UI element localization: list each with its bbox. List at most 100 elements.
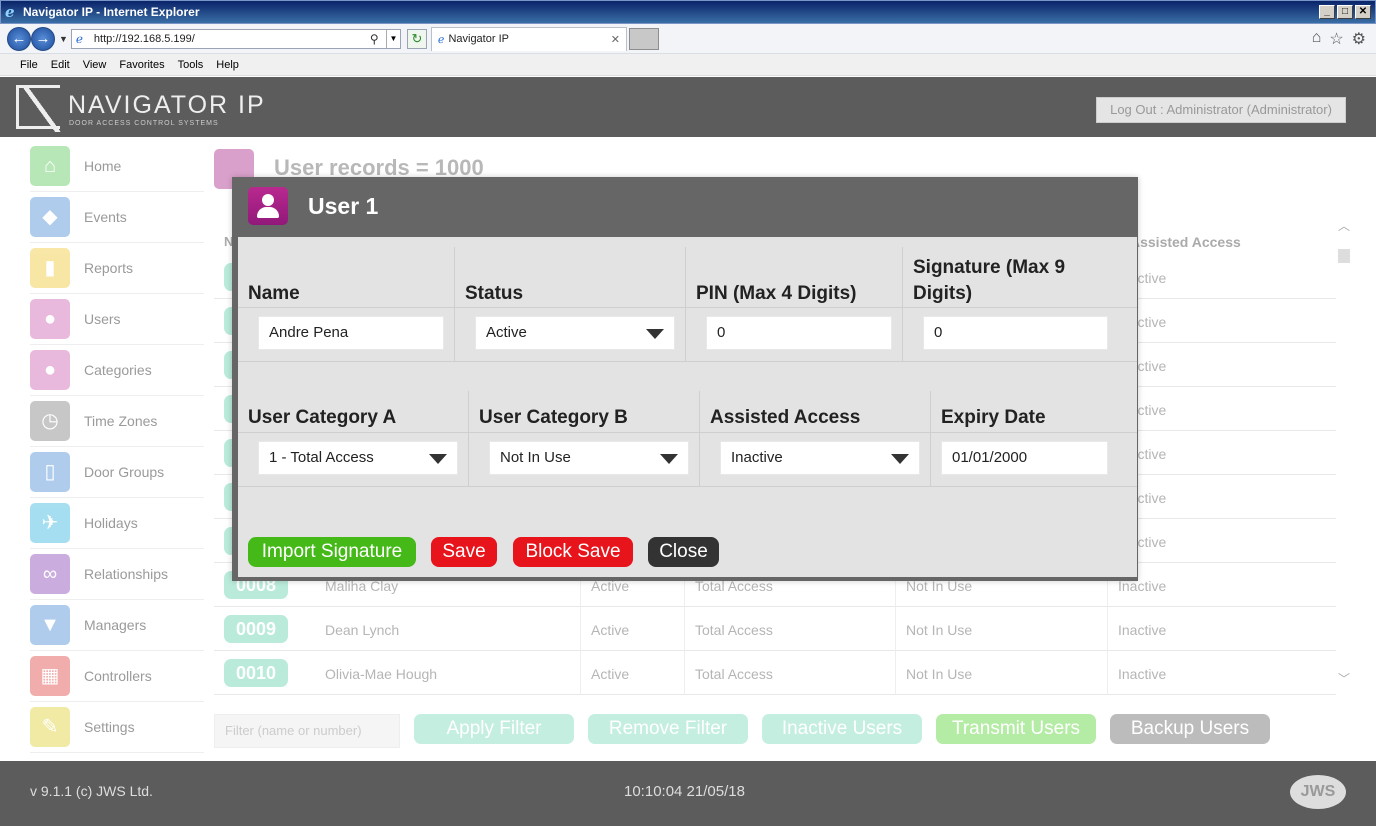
scroll-down-icon[interactable]: ﹀ — [1336, 670, 1352, 687]
tab-close-icon[interactable]: ✕ — [611, 33, 620, 46]
menu-view[interactable]: View — [83, 59, 107, 71]
address-bar[interactable]: ℯ http://192.168.5.199/ ⚲ ▼ — [70, 28, 401, 49]
sidebar-item-relationships[interactable]: ∞ Relationships — [30, 549, 204, 600]
address-url[interactable]: http://192.168.5.199/ — [94, 33, 370, 45]
cell-name: Dean Lynch — [325, 622, 400, 638]
sidebar-item-managers[interactable]: ▼ Managers — [30, 600, 204, 651]
browser-tools: ⌂ ☆ ⚙ — [1312, 29, 1366, 49]
sidebar-item-label: Events — [84, 209, 127, 225]
minimize-button[interactable]: _ — [1319, 5, 1335, 19]
cell-name: Olivia-Mae Hough — [325, 666, 438, 682]
inactive-users-button[interactable]: Inactive Users — [762, 714, 922, 744]
column-header-assisted-access[interactable]: Assisted Access — [1130, 234, 1241, 250]
browser-navbar: ← → ▼ ℯ http://192.168.5.199/ ⚲ ▼ ↻ ℯ Na… — [0, 24, 1376, 54]
new-tab-button[interactable] — [628, 27, 659, 50]
column-divider — [895, 607, 896, 651]
sidebar-item-label: Managers — [84, 617, 147, 633]
menu-favorites[interactable]: Favorites — [119, 59, 164, 71]
name-field[interactable]: Andre Pena — [258, 316, 444, 350]
forward-button[interactable]: → — [31, 26, 55, 51]
user-number-badge[interactable]: 0009 — [224, 615, 288, 643]
expiry-date-field[interactable]: 01/01/2000 — [941, 441, 1108, 475]
search-icon[interactable]: ⚲ — [370, 32, 386, 46]
sidebar-item-door-groups[interactable]: ▯ Door Groups — [30, 447, 204, 498]
header-assisted-access: Assisted Access — [710, 407, 861, 428]
menu-bar: File Edit View Favorites Tools Help — [0, 54, 1376, 76]
sidebar-item-label: Reports — [84, 260, 134, 276]
import-signature-button[interactable]: Import Signature — [248, 537, 416, 567]
app-footer: v 9.1.1 (c) JWS Ltd. 10:10:04 21/05/18 J… — [0, 761, 1376, 826]
table-row[interactable]: 0010 Olivia-Mae Hough Active Total Access No… — [214, 651, 1336, 695]
menu-tools[interactable]: Tools — [178, 59, 204, 71]
user-category-a-value: 1 - Total Access — [269, 449, 374, 466]
divider — [685, 247, 686, 361]
sidebar-item-categories[interactable]: ● Categories — [30, 345, 204, 396]
tie-icon: ▼ — [30, 605, 70, 645]
transmit-users-button[interactable]: Transmit Users — [936, 714, 1096, 744]
divider — [468, 391, 469, 487]
sidebar-item-home[interactable]: ⌂ Home — [30, 141, 204, 192]
network-icon: ▦ — [30, 656, 70, 696]
modal-title: User 1 — [308, 193, 379, 219]
cell-cat-a: Total Access — [695, 622, 773, 638]
divider — [238, 361, 1137, 362]
column-divider — [684, 607, 685, 651]
scroll-up-icon[interactable]: ︿ — [1336, 217, 1352, 234]
maximize-button[interactable]: □ — [1337, 5, 1353, 19]
divider — [930, 391, 931, 487]
sidebar-item-label: Users — [84, 311, 121, 327]
address-dropdown-icon[interactable]: ▼ — [385, 29, 400, 48]
apply-filter-button[interactable]: Apply Filter — [414, 714, 574, 744]
home-icon[interactable]: ⌂ — [1312, 29, 1322, 49]
header-status: Status — [465, 283, 524, 304]
save-button[interactable]: Save — [431, 537, 497, 567]
sidebar-item-controllers[interactable]: ▦ Controllers — [30, 651, 204, 702]
block-save-button[interactable]: Block Save — [513, 537, 633, 567]
signature-field[interactable]: 0 — [923, 316, 1108, 350]
window-title: Navigator IP - Internet Explorer — [23, 5, 200, 19]
version-text: v 9.1.1 (c) JWS Ltd. — [30, 783, 153, 799]
sidebar-item-reports[interactable]: ▮ Reports — [30, 243, 204, 294]
refresh-button[interactable]: ↻ — [406, 28, 427, 49]
column-divider — [684, 651, 685, 695]
menu-file[interactable]: File — [20, 59, 38, 71]
divider — [238, 432, 1137, 433]
table-row[interactable]: 0009 Dean Lynch Active Total Access Not In U… — [214, 607, 1336, 651]
menu-edit[interactable]: Edit — [51, 59, 70, 71]
sidebar-item-time-zones[interactable]: ◷ Time Zones — [30, 396, 204, 447]
logout-button[interactable]: Log Out : Administrator (Administrator) — [1096, 97, 1346, 123]
remove-filter-button[interactable]: Remove Filter — [588, 714, 748, 744]
history-dropdown-icon[interactable]: ▼ — [59, 34, 68, 44]
window-titlebar: e Navigator IP - Internet Explorer _ □ ✕ — [0, 0, 1376, 24]
cell-cat-b: Not In Use — [906, 666, 973, 682]
status-select[interactable]: Active — [475, 316, 675, 350]
home-icon: ⌂ — [30, 146, 70, 186]
sidebar-item-events[interactable]: ◆ Events — [30, 192, 204, 243]
scroll-thumb[interactable] — [1338, 249, 1350, 263]
back-button[interactable]: ← — [7, 26, 31, 51]
sidebar-item-holidays[interactable]: ✈ Holidays — [30, 498, 204, 549]
user-number-badge[interactable]: 0010 — [224, 659, 288, 687]
sidebar-item-settings[interactable]: ✎ Settings — [30, 702, 204, 753]
backup-users-button[interactable]: Backup Users — [1110, 714, 1270, 744]
cell-assist: Inactive — [1118, 666, 1167, 682]
browser-tab[interactable]: ℯ Navigator IP ✕ — [430, 26, 627, 51]
user-category-b-select[interactable]: Not In Use — [489, 441, 689, 475]
table-scrollbar[interactable]: ︿ ﹀ — [1336, 217, 1352, 687]
menu-help[interactable]: Help — [216, 59, 239, 71]
pin-field[interactable]: 0 — [706, 316, 892, 350]
user-category-a-select[interactable]: 1 - Total Access — [258, 441, 458, 475]
window-controls: _ □ ✕ — [1319, 5, 1371, 19]
cell-status: Active — [591, 666, 630, 682]
header-user-category-a: User Category A — [248, 407, 397, 428]
gear-icon[interactable]: ⚙ — [1352, 29, 1366, 49]
assisted-access-value: Inactive — [731, 449, 783, 466]
reports-icon: ▮ — [30, 248, 70, 288]
sidebar-item-users[interactable]: ● Users — [30, 294, 204, 345]
close-window-button[interactable]: ✕ — [1355, 5, 1371, 19]
filter-input[interactable]: Filter (name or number) — [214, 714, 400, 748]
events-icon: ◆ — [30, 197, 70, 237]
close-button[interactable]: Close — [648, 537, 719, 567]
favorites-star-icon[interactable]: ☆ — [1329, 29, 1343, 49]
assisted-access-select[interactable]: Inactive — [720, 441, 920, 475]
